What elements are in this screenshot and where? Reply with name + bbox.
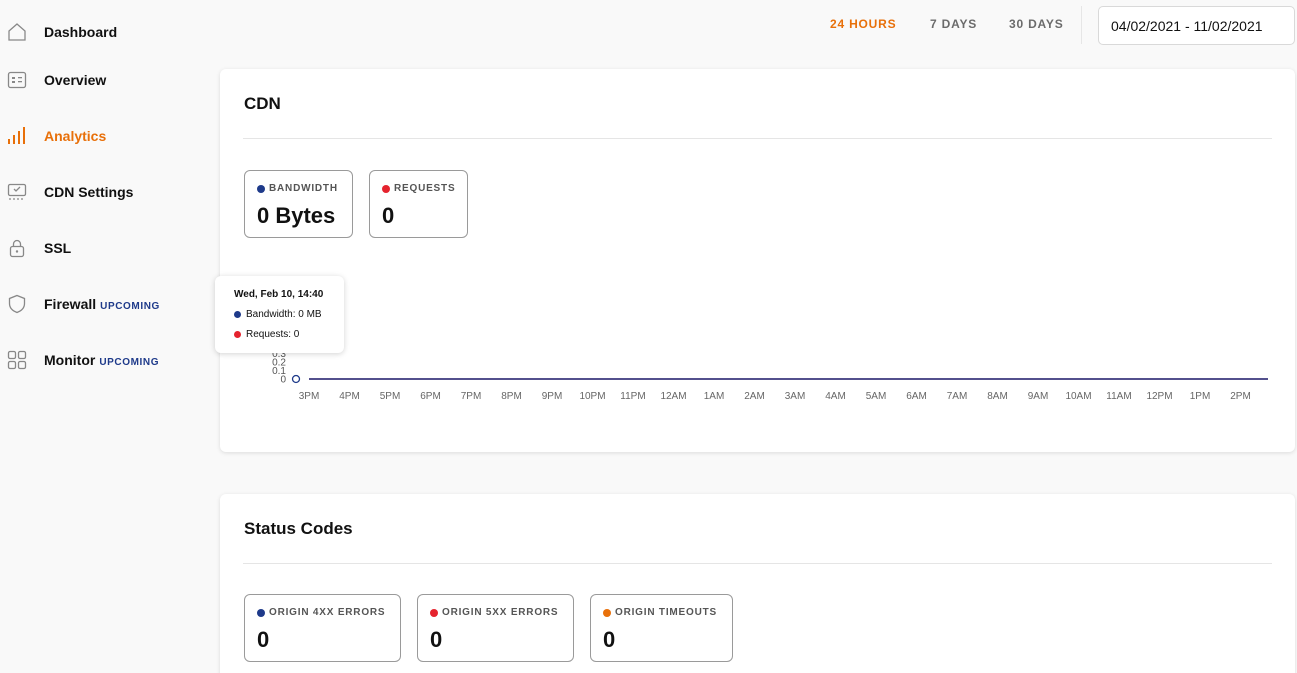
sidebar-item-label: Firewall	[44, 296, 97, 312]
tooltip-requests: Requests: 0	[246, 329, 300, 340]
x-tick-label: 12AM	[660, 391, 686, 402]
origin-4xx-label: ORIGIN 4XX ERRORS	[269, 607, 386, 618]
hover-point-marker	[291, 374, 301, 384]
x-tick-label: 1PM	[1190, 391, 1211, 402]
x-tick-label: 8PM	[501, 391, 522, 402]
sidebar-item-label: Dashboard	[44, 24, 118, 40]
x-tick-label: 5PM	[380, 391, 401, 402]
tooltip-requests-row: Requests: 0	[234, 329, 299, 340]
sidebar: Dashboard Overview Analytics CDN Setting…	[0, 0, 210, 673]
sidebar-item-label: CDN Settings	[44, 184, 134, 200]
status-codes-card: Status Codes ORIGIN 4XX ERRORS 0 ORIGIN …	[220, 494, 1295, 673]
date-range-input[interactable]: 04/02/2021 - 11/02/2021	[1098, 6, 1295, 45]
bandwidth-dot-icon	[234, 311, 241, 318]
origin-5xx-label: ORIGIN 5XX ERRORS	[442, 607, 559, 618]
x-tick-label: 11AM	[1106, 391, 1131, 402]
x-tick-label: 6PM	[420, 391, 441, 402]
x-tick-label: 11PM	[620, 391, 645, 402]
x-tick-label: 1AM	[704, 391, 725, 402]
sidebar-item-label: Monitor	[44, 352, 96, 368]
cdn-card: CDN BANDWIDTH 0 Bytes REQUESTS 0 0.3 0.2 0…	[220, 69, 1295, 452]
x-tick-label: 7PM	[461, 391, 482, 402]
origin-timeouts-dot-icon	[603, 608, 611, 617]
x-tick-label: 8AM	[987, 391, 1008, 402]
tooltip-title: Wed, Feb 10, 14:40	[234, 289, 324, 300]
cdn-settings-icon	[7, 182, 27, 202]
x-tick-label: 9PM	[542, 391, 563, 402]
tooltip-bandwidth: Bandwidth: 0 MB	[246, 309, 322, 320]
sidebar-item-label: Overview	[44, 72, 107, 88]
lock-icon	[7, 238, 27, 258]
range-tab-30-days[interactable]: 30 DAYS	[1009, 17, 1064, 31]
overview-icon	[7, 70, 27, 90]
x-tick-label: 6AM	[906, 391, 927, 402]
status-codes-title: Status Codes	[244, 519, 353, 538]
divider	[1081, 6, 1082, 44]
x-tick-label: 10AM	[1065, 391, 1091, 402]
x-tick-label: 9AM	[1028, 391, 1049, 402]
x-tick-label: 3AM	[785, 391, 806, 402]
x-tick-label: 2AM	[744, 391, 765, 402]
sidebar-item-label-wrap: Firewall UPCOMING	[44, 296, 160, 312]
y-tick-label: 0	[280, 375, 286, 386]
home-icon	[7, 22, 27, 42]
origin-4xx-stat-label: ORIGIN 4XX ERRORS	[257, 607, 385, 618]
origin-4xx-value: 0	[257, 627, 270, 652]
x-tick-label: 7AM	[947, 391, 968, 402]
x-tick-label: 10PM	[579, 391, 605, 402]
origin-4xx-dot-icon	[257, 608, 265, 617]
origin-5xx-value: 0	[430, 627, 443, 652]
origin-timeouts-stat: ORIGIN TIMEOUTS 0	[590, 594, 733, 662]
grid-icon	[7, 350, 27, 370]
card-divider	[243, 563, 1272, 564]
tooltip-bandwidth-row: Bandwidth: 0 MB	[234, 309, 322, 320]
x-tick-label: 4AM	[825, 391, 846, 402]
sidebar-item-label: SSL	[44, 240, 72, 256]
upcoming-badge: UPCOMING	[100, 301, 160, 312]
x-tick-label: 3PM	[299, 391, 320, 402]
origin-5xx-stat-label: ORIGIN 5XX ERRORS	[430, 607, 558, 618]
origin-4xx-stat: ORIGIN 4XX ERRORS 0	[244, 594, 401, 662]
range-tab-24-hours[interactable]: 24 HOURS	[830, 17, 896, 31]
upcoming-badge: UPCOMING	[99, 357, 160, 368]
cdn-chart: 0.30.20.103PM 4PM 5PM 6PM 7PM 8PM 9PM 10PM 11PM 1…	[272, 349, 1268, 402]
sidebar-item-label-wrap: Monitor UPCOMING	[44, 352, 159, 368]
x-tick-label: 4PM	[339, 391, 360, 402]
requests-dot-icon	[234, 331, 241, 338]
range-tab-7-days[interactable]: 7 DAYS	[930, 17, 977, 31]
x-tick-label: 12PM	[1146, 391, 1172, 402]
origin-5xx-stat: ORIGIN 5XX ERRORS 0	[417, 594, 574, 662]
origin-timeouts-label: ORIGIN TIMEOUTS	[615, 607, 717, 618]
sidebar-item-label: Analytics	[44, 128, 107, 144]
x-tick-label: 2PM	[1230, 391, 1251, 402]
origin-timeouts-value: 0	[603, 627, 616, 652]
chart-tooltip: Wed, Feb 10, 14:40 Bandwidth: 0 MB Reque…	[215, 276, 344, 353]
origin-timeouts-stat-label: ORIGIN TIMEOUTS	[603, 607, 717, 618]
shield-icon	[7, 294, 27, 314]
origin-5xx-dot-icon	[430, 608, 438, 617]
analytics-bars-icon	[7, 126, 27, 146]
x-tick-label: 5AM	[866, 391, 887, 402]
